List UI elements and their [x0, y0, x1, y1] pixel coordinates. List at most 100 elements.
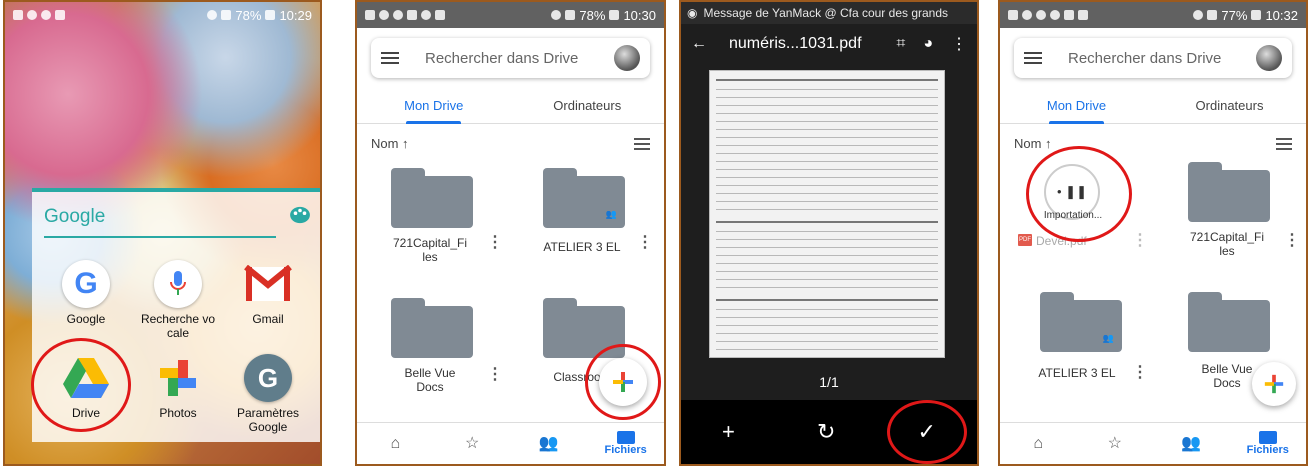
tab-my-drive[interactable]: Mon Drive — [357, 88, 511, 124]
tab-my-drive[interactable]: Mon Drive — [1000, 88, 1153, 124]
nav-home[interactable]: ⌂ — [1000, 423, 1077, 464]
star-icon: ☆ — [464, 434, 480, 452]
palette-icon[interactable] — [289, 206, 311, 224]
phone-home-screen: 78% 10:29 Google G Google Recherche vo ca… — [3, 0, 322, 466]
rescan-icon[interactable]: ↻ — [817, 419, 835, 445]
more-options-icon[interactable]: ⋮ — [487, 364, 503, 384]
bottom-nav: ⌂ ☆ 👥 Fichiers — [357, 422, 664, 464]
more-options-icon[interactable]: ⋮ — [951, 34, 967, 54]
sort-row: Nom ↑ — [371, 136, 650, 151]
shared-icon: 👥 — [1181, 434, 1202, 452]
app-gmail[interactable]: Gmail — [222, 260, 314, 326]
nav-shared[interactable]: 👥 — [511, 423, 588, 464]
highlight-circle — [887, 400, 967, 464]
document-title: numéris...1031.pdf — [729, 35, 862, 52]
highlight-circle — [1026, 146, 1132, 242]
search-bar[interactable]: Rechercher dans Drive — [1014, 38, 1292, 78]
nav-starred[interactable]: ☆ — [434, 423, 511, 464]
page-indicator: 1/1 — [819, 374, 839, 390]
plus-icon — [1264, 374, 1284, 394]
back-arrow-icon[interactable]: ← — [691, 35, 707, 53]
more-options-icon[interactable]: ⋮ — [637, 232, 653, 252]
nav-home[interactable]: ⌂ — [357, 423, 434, 464]
scanned-document-preview — [709, 70, 945, 358]
tab-bar: Mon Drive Ordinateurs — [357, 88, 664, 124]
sort-row: Nom ↑ — [1014, 136, 1292, 151]
app-google-settings[interactable]: G Paramètres Google — [222, 354, 314, 434]
file-name: ATELIER 3 EL — [543, 240, 621, 254]
more-options-icon[interactable]: ⋮ — [1132, 230, 1148, 250]
folder-icon[interactable] — [1188, 162, 1270, 222]
tab-bar: Mon Drive Ordinateurs — [1000, 88, 1306, 124]
tab-computers[interactable]: Ordinateurs — [1153, 88, 1306, 123]
nav-files[interactable]: Fichiers — [587, 423, 664, 464]
folder-title[interactable]: Google — [44, 206, 105, 228]
shared-icon: 👥 — [538, 434, 559, 452]
file-name: 721Capital_Fi les — [392, 236, 468, 265]
folder-icon — [616, 431, 635, 444]
photos-icon — [154, 354, 202, 402]
message-icon: ◉ — [687, 6, 698, 20]
status-bar: 78% 10:29 — [5, 2, 320, 28]
search-input[interactable]: Rechercher dans Drive — [425, 50, 614, 67]
home-icon: ⌂ — [390, 434, 401, 452]
app-voice-search[interactable]: Recherche vo cale — [132, 260, 224, 340]
more-options-icon[interactable]: ⋮ — [1132, 362, 1148, 382]
app-label: Recherche vo cale — [140, 312, 216, 340]
settings-icon: G — [244, 354, 292, 402]
clock: 10:30 — [623, 7, 656, 23]
add-button[interactable] — [1252, 362, 1296, 406]
battery-level: 77% — [1221, 7, 1248, 23]
notification-bar: ◉ Message de YanMack @ Cfa cour des gran… — [681, 2, 977, 24]
home-icon: ⌂ — [1033, 434, 1044, 452]
file-name: Belle Vue Docs — [404, 366, 456, 395]
more-options-icon[interactable]: ⋮ — [487, 232, 503, 252]
app-label: Photos — [159, 406, 197, 420]
file-name: ATELIER 3 EL — [1038, 366, 1116, 380]
nav-starred[interactable]: ☆ — [1077, 423, 1154, 464]
app-label: Paramètres Google — [236, 406, 300, 434]
drive-upload-screen: 77% 10:32 Rechercher dans Drive Mon Drive… — [998, 0, 1308, 466]
highlight-circle — [31, 338, 131, 432]
palette-icon[interactable]: ◕ — [923, 35, 933, 53]
search-input[interactable]: Rechercher dans Drive — [1068, 50, 1256, 67]
menu-icon[interactable] — [1024, 52, 1042, 64]
mic-icon — [154, 260, 202, 308]
folder-icon[interactable] — [391, 298, 473, 358]
search-bar[interactable]: Rechercher dans Drive — [371, 38, 650, 78]
app-photos[interactable]: Photos — [132, 354, 224, 420]
list-view-icon[interactable] — [1276, 137, 1292, 150]
avatar[interactable] — [614, 45, 640, 71]
menu-icon[interactable] — [381, 52, 399, 64]
clock: 10:32 — [1265, 7, 1298, 23]
crop-icon[interactable]: ⌗ — [896, 35, 905, 53]
app-label: Gmail — [252, 312, 284, 326]
tab-computers[interactable]: Ordinateurs — [511, 88, 665, 123]
nav-shared[interactable]: 👥 — [1153, 423, 1230, 464]
gmail-icon — [244, 260, 292, 308]
sort-button[interactable]: Nom ↑ — [1014, 136, 1052, 151]
add-page-icon[interactable]: + — [722, 419, 735, 445]
nav-files[interactable]: Fichiers — [1230, 423, 1307, 464]
app-label: Google — [66, 312, 106, 326]
status-bar: 78% 10:30 — [357, 2, 664, 28]
list-view-icon[interactable] — [634, 137, 650, 150]
sort-button[interactable]: Nom ↑ — [371, 136, 409, 151]
folder-icon[interactable] — [1188, 292, 1270, 352]
avatar[interactable] — [1256, 45, 1282, 71]
shared-folder-icon[interactable]: 👥 — [543, 168, 625, 228]
star-icon: ☆ — [1107, 434, 1122, 452]
shared-folder-icon[interactable]: 👥 — [1040, 292, 1122, 352]
file-name: 721Capital_Fi les — [1189, 230, 1265, 259]
battery-level: 78% — [579, 7, 606, 23]
folder-icon[interactable] — [391, 168, 473, 228]
more-options-icon[interactable]: ⋮ — [1284, 230, 1300, 250]
clock: 10:29 — [279, 7, 312, 23]
app-google[interactable]: G Google — [40, 260, 132, 326]
drive-home-screen: 78% 10:30 Rechercher dans Drive Mon Drive… — [355, 0, 666, 466]
notification-text: Message de YanMack @ Cfa cour des grands — [703, 6, 949, 20]
status-bar: 77% 10:32 — [1000, 2, 1306, 28]
highlight-circle — [585, 344, 661, 420]
bottom-nav: ⌂ ☆ 👥 Fichiers — [1000, 422, 1306, 464]
google-icon: G — [62, 260, 110, 308]
